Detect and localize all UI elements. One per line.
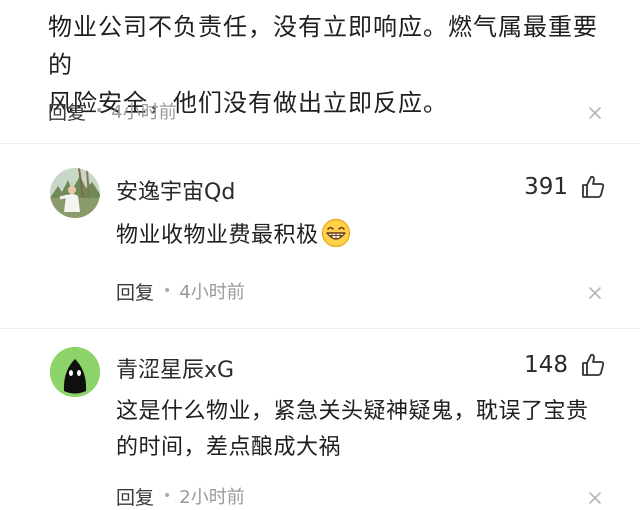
username[interactable]: 青涩星辰xG (116, 352, 234, 384)
comment-time: 4小时前 (111, 102, 177, 123)
comment-meta: 回复 • 2小时前 (116, 483, 245, 509)
avatar-photo (50, 168, 100, 218)
like-count: 391 (524, 174, 568, 200)
ghost-avatar-icon (50, 347, 100, 397)
divider (0, 328, 640, 329)
reply-button[interactable]: 回复 (116, 483, 154, 510)
thumbs-up-icon[interactable] (580, 174, 606, 200)
comment-time: 4小时前 (179, 282, 245, 303)
avatar[interactable] (50, 168, 100, 218)
close-icon[interactable] (588, 106, 602, 120)
comment-text: 这是什么物业，紧急关头疑神疑鬼，耽误了宝贵 的时间，差点酿成大祸 (116, 394, 616, 466)
thumbs-up-icon[interactable] (580, 352, 606, 378)
close-icon[interactable] (588, 286, 602, 300)
comment-line-1: 这是什么物业，紧急关头疑神疑鬼，耽误了宝贵 (116, 399, 589, 424)
separator-dot: • (163, 283, 172, 299)
comment-text: 物业收物业费最积极 (116, 218, 351, 254)
username[interactable]: 安逸宇宙Qd (116, 174, 235, 206)
grin-emoji-icon (321, 218, 350, 248)
top-comment-line-1: 物业公司不负责任，没有立即响应。燃气属最重要的 (48, 13, 598, 79)
like-count: 148 (524, 352, 568, 378)
separator-dot: • (163, 488, 172, 504)
comment-body: 物业收物业费最积极 (116, 223, 319, 248)
close-icon[interactable] (588, 491, 602, 505)
reply-button[interactable]: 回复 (48, 98, 86, 125)
comment-time: 2小时前 (179, 487, 245, 508)
comment-meta: 回复 • 4小时前 (116, 278, 245, 304)
separator-dot: • (95, 103, 104, 119)
reply-button[interactable]: 回复 (116, 278, 154, 305)
comment-line-2: 的时间，差点酿成大祸 (116, 435, 342, 460)
divider (0, 143, 640, 144)
top-comment-meta: 回复 • 4小时前 (48, 98, 177, 124)
avatar[interactable] (50, 347, 100, 397)
